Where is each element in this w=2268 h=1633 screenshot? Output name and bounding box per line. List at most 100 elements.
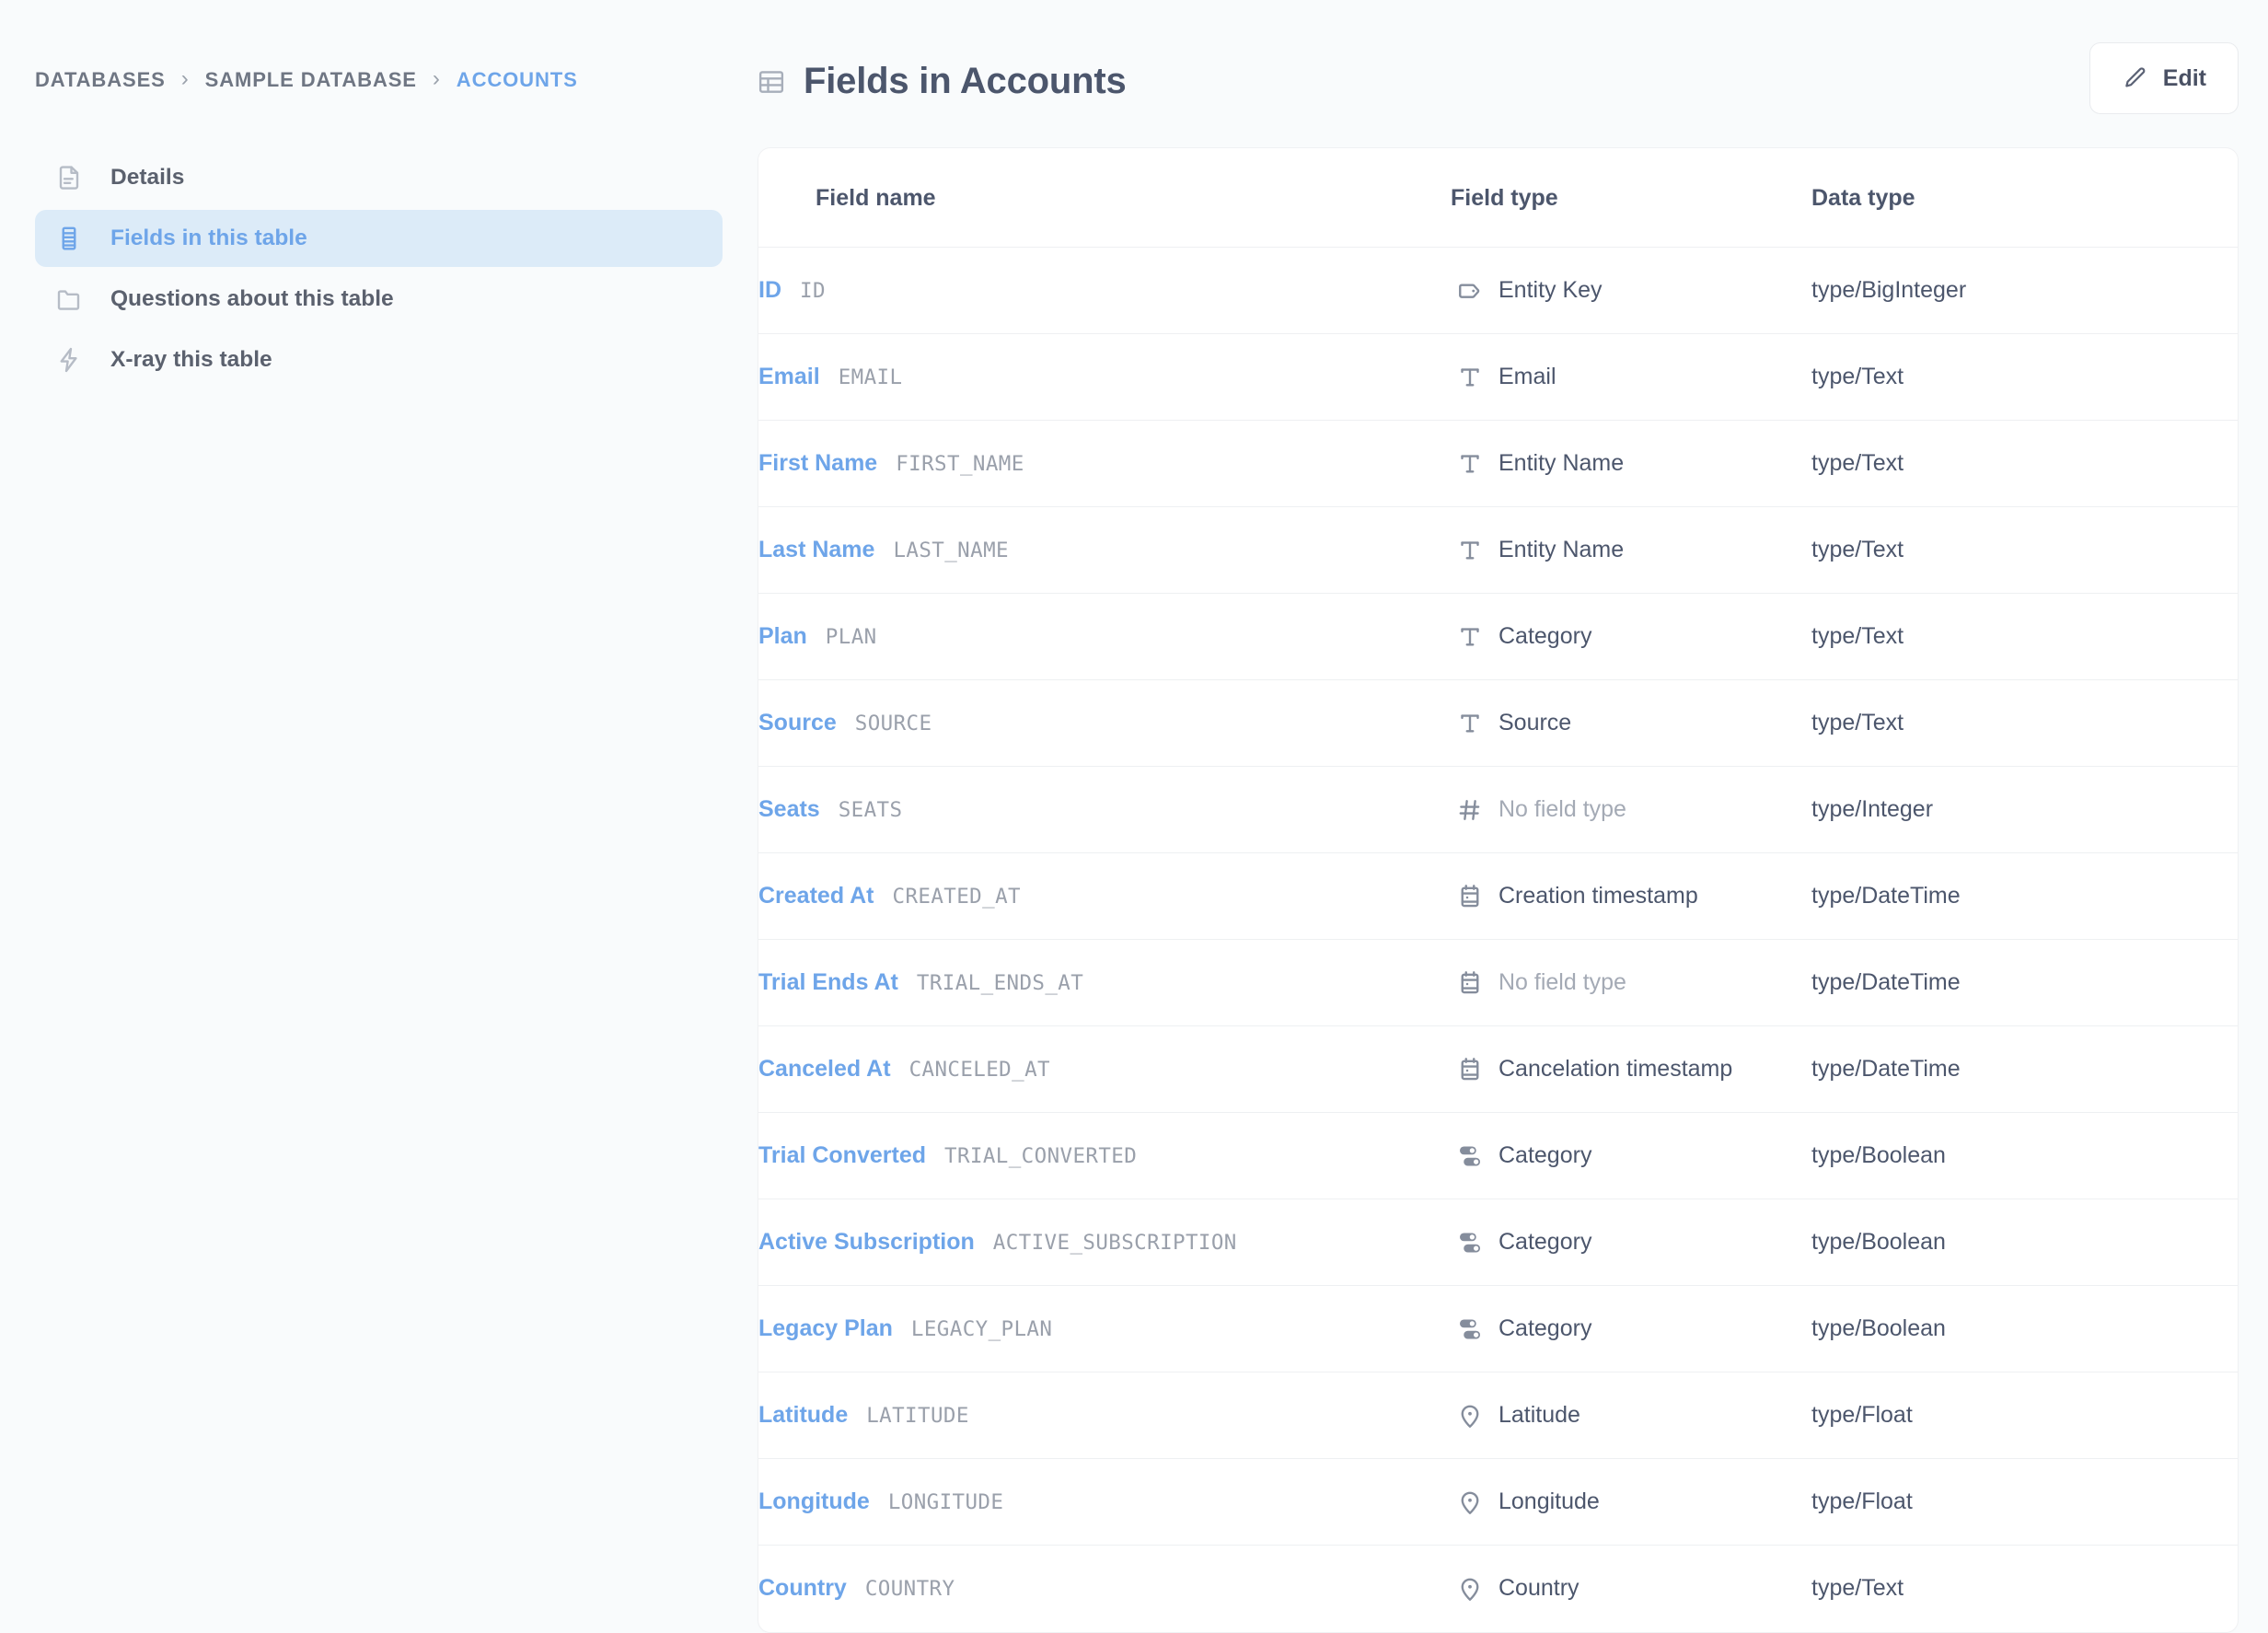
data-type-label: type/DateTime (1811, 883, 1961, 909)
field-type-label: No field type (1498, 969, 1626, 995)
field-display-name-link[interactable]: Last Name (758, 537, 874, 563)
field-display-name-link[interactable]: Source (758, 710, 837, 736)
field-raw-name: TRIAL_ENDS_AT (916, 971, 1084, 995)
breadcrumb-item-databases[interactable]: DATABASES (35, 68, 166, 92)
breadcrumb-item-sample-database[interactable]: SAMPLE DATABASE (205, 68, 417, 92)
column-header-field-type: Field type (1451, 148, 1811, 248)
cell-data-type: type/Integer (1811, 767, 2238, 853)
field-type-label: No field type (1498, 796, 1626, 822)
field-type-wrap: Longitude (1451, 1488, 1811, 1516)
cell-field-type: Cancelation timestamp (1451, 1026, 1811, 1113)
field-type-label: Cancelation timestamp (1498, 1056, 1733, 1082)
main-header: Fields in Accounts Edit (758, 42, 2246, 127)
data-type-label: type/DateTime (1811, 969, 1961, 995)
data-type-label: type/Float (1811, 1488, 1913, 1514)
field-name-wrap: Country COUNTRY (758, 1575, 1451, 1602)
cell-field-type: Source (1451, 680, 1811, 767)
field-display-name-link[interactable]: Plan (758, 623, 807, 650)
field-display-name-link[interactable]: ID (758, 277, 781, 304)
field-display-name-link[interactable]: Latitude (758, 1402, 848, 1429)
cell-data-type: type/Text (1811, 1546, 2238, 1632)
left-column: DATABASES › SAMPLE DATABASE › ACCOUNTS Detai… (0, 0, 758, 1451)
tag-icon (1451, 277, 1489, 305)
data-type-label: type/Float (1811, 1402, 1913, 1428)
cell-field-name: Plan PLAN (758, 594, 1451, 680)
breadcrumb-separator: › (432, 66, 441, 91)
table-row: Last Name LAST_NAME Entity Name type/Text (758, 507, 2238, 594)
field-display-name-link[interactable]: Active Subscription (758, 1229, 975, 1256)
field-raw-name: SEATS (838, 798, 903, 822)
field-name-wrap: Trial Ends At TRIAL_ENDS_AT (758, 969, 1451, 996)
calendar-icon (1451, 1056, 1489, 1083)
calendar-icon (1451, 969, 1489, 997)
field-type-wrap: Country (1451, 1575, 1811, 1603)
breadcrumb-item-accounts[interactable]: ACCOUNTS (457, 68, 578, 92)
pin-icon (1451, 1402, 1489, 1430)
table-row: Trial Ends At TRIAL_ENDS_AT No field type t… (758, 940, 2238, 1026)
field-display-name-link[interactable]: Seats (758, 796, 820, 823)
field-name-wrap: Plan PLAN (758, 623, 1451, 650)
field-display-name-link[interactable]: Country (758, 1575, 847, 1602)
cell-field-name: Legacy Plan LEGACY_PLAN (758, 1286, 1451, 1372)
sidebar-item-x-ray-this-table[interactable]: X-ray this table (35, 331, 723, 388)
field-raw-name: CANCELED_AT (908, 1058, 1050, 1082)
table-row: Source SOURCE Source type/Text (758, 680, 2238, 767)
table-row: Longitude LONGITUDE Longitude type/Float (758, 1459, 2238, 1546)
data-type-label: type/Boolean (1811, 1229, 1946, 1255)
field-raw-name: CREATED_AT (892, 885, 1021, 909)
cell-field-type: Category (1451, 594, 1811, 680)
table-row: Trial Converted TRIAL_CONVERTED Category ty… (758, 1113, 2238, 1199)
field-type-wrap: Email (1451, 364, 1811, 391)
field-raw-name: COUNTRY (864, 1577, 955, 1602)
field-type-wrap: Category (1451, 1229, 1811, 1257)
field-name-wrap: Canceled At CANCELED_AT (758, 1056, 1451, 1083)
column-header-field-name: Field name (758, 148, 1451, 248)
cell-field-name: Latitude LATITUDE (758, 1372, 1451, 1459)
cell-data-type: type/Float (1811, 1459, 2238, 1546)
cell-field-type: Country (1451, 1546, 1811, 1632)
sidebar-item-questions-about-this-table[interactable]: Questions about this table (35, 271, 723, 328)
field-display-name-link[interactable]: Longitude (758, 1488, 870, 1515)
data-type-label: type/BigInteger (1811, 277, 1967, 303)
data-type-label: type/Text (1811, 623, 1904, 649)
toggles-icon (1451, 1315, 1489, 1343)
cell-field-type: Entity Key (1451, 248, 1811, 334)
cell-field-type: Entity Name (1451, 507, 1811, 594)
data-type-label: type/Text (1811, 450, 1904, 476)
page-title-wrap: Fields in Accounts (758, 61, 1127, 102)
sidebar-item-fields-in-this-table[interactable]: Fields in this table (35, 210, 723, 267)
cell-field-type: Category (1451, 1199, 1811, 1286)
field-display-name-link[interactable]: Email (758, 364, 820, 390)
field-type-label: Entity Name (1498, 450, 1625, 476)
edit-button[interactable]: Edit (2089, 42, 2239, 114)
field-type-wrap: Source (1451, 710, 1811, 737)
sidebar-item-label: Questions about this table (110, 286, 394, 311)
sidebar-item-details[interactable]: Details (35, 149, 723, 206)
table-row: Canceled At CANCELED_AT Cancelation timest… (758, 1026, 2238, 1113)
field-raw-name: EMAIL (838, 365, 903, 389)
field-display-name-link[interactable]: Legacy Plan (758, 1315, 893, 1342)
sidebar-nav: Details Fields in this table Questions abo… (0, 149, 758, 388)
field-display-name-link[interactable]: Trial Ends At (758, 969, 898, 996)
cell-field-name: Trial Ends At TRIAL_ENDS_AT (758, 940, 1451, 1026)
field-name-wrap: Legacy Plan LEGACY_PLAN (758, 1315, 1451, 1342)
cell-field-type: Category (1451, 1113, 1811, 1199)
cell-data-type: type/DateTime (1811, 1026, 2238, 1113)
data-type-label: type/Text (1811, 1575, 1904, 1602)
calendar-icon (1451, 883, 1489, 910)
field-display-name-link[interactable]: Canceled At (758, 1056, 891, 1083)
cell-data-type: type/Text (1811, 334, 2238, 421)
cell-field-name: Last Name LAST_NAME (758, 507, 1451, 594)
cell-field-name: First Name FIRST_NAME (758, 421, 1451, 507)
field-name-wrap: Seats SEATS (758, 796, 1451, 823)
cell-data-type: type/Text (1811, 421, 2238, 507)
field-raw-name: SOURCE (854, 712, 932, 735)
field-display-name-link[interactable]: First Name (758, 450, 877, 477)
pin-icon (1451, 1575, 1489, 1603)
data-type-label: type/Text (1811, 537, 1904, 562)
cell-data-type: type/Text (1811, 594, 2238, 680)
field-display-name-link[interactable]: Created At (758, 883, 874, 909)
field-display-name-link[interactable]: Trial Converted (758, 1142, 926, 1169)
toggles-icon (1451, 1142, 1489, 1170)
cell-field-name: Seats SEATS (758, 767, 1451, 853)
